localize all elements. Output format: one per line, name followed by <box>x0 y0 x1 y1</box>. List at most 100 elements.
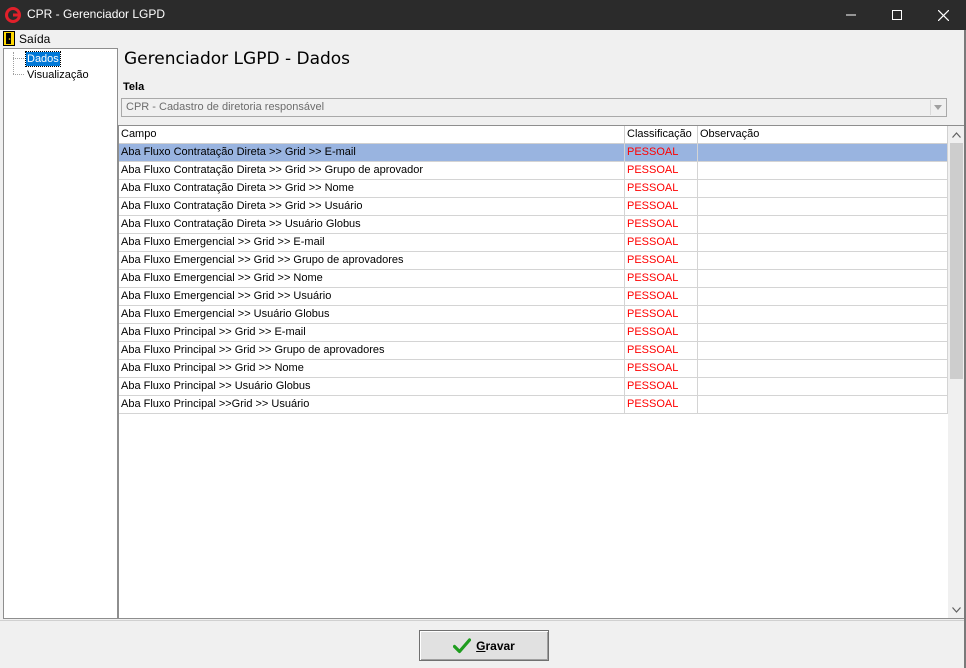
menu-exit-label: Saída <box>19 31 51 46</box>
cell-observacao[interactable] <box>698 162 948 179</box>
cell-observacao[interactable] <box>698 180 948 197</box>
cell-campo[interactable]: Aba Fluxo Principal >> Grid >> Nome <box>119 360 625 377</box>
save-label-rest: ravar <box>485 638 515 653</box>
cell-observacao[interactable] <box>698 360 948 377</box>
table-row[interactable]: Aba Fluxo Emergencial >> Grid >> E-mail P… <box>119 234 948 252</box>
tree-connector <box>13 52 14 74</box>
tela-dropdown-button[interactable] <box>930 100 945 115</box>
tree-item-visualizacao[interactable]: Visualização <box>26 68 90 82</box>
column-header-campo[interactable]: Campo <box>119 126 625 143</box>
cell-observacao[interactable] <box>698 270 948 287</box>
grid-vertical-scrollbar[interactable] <box>948 126 964 618</box>
cell-classificacao[interactable]: PESSOAL <box>625 342 698 359</box>
cell-classificacao[interactable]: PESSOAL <box>625 180 698 197</box>
tree-connector <box>13 74 24 75</box>
exit-door-icon <box>3 31 15 46</box>
table-row[interactable]: Aba Fluxo Principal >> Usuário Globus PES… <box>119 378 948 396</box>
column-header-classificacao[interactable]: Classificação <box>625 126 698 143</box>
cell-classificacao[interactable]: PESSOAL <box>625 198 698 215</box>
title-bar[interactable]: CPR - Gerenciador LGPD <box>0 0 966 30</box>
cell-classificacao[interactable]: PESSOAL <box>625 288 698 305</box>
tela-label: Tela <box>123 81 145 93</box>
table-row[interactable]: Aba Fluxo Contratação Direta >> Grid >> … <box>119 180 948 198</box>
maximize-button[interactable] <box>874 0 920 30</box>
table-row[interactable]: Aba Fluxo Emergencial >> Grid >> Nome PES… <box>119 270 948 288</box>
cell-campo[interactable]: Aba Fluxo Principal >>Grid >> Usuário <box>119 396 625 413</box>
tree-connector <box>13 58 24 59</box>
cell-classificacao[interactable]: PESSOAL <box>625 162 698 179</box>
cell-classificacao[interactable]: PESSOAL <box>625 360 698 377</box>
cell-campo[interactable]: Aba Fluxo Emergencial >> Grid >> E-mail <box>119 234 625 251</box>
close-icon <box>937 9 949 21</box>
cell-campo[interactable]: Aba Fluxo Contratação Direta >> Usuário … <box>119 216 625 233</box>
cell-classificacao[interactable]: PESSOAL <box>625 252 698 269</box>
scroll-down-button[interactable] <box>948 601 964 618</box>
cell-observacao[interactable] <box>698 216 948 233</box>
table-row[interactable]: Aba Fluxo Contratação Direta >> Grid >> … <box>119 198 948 216</box>
table-row[interactable]: Aba Fluxo Emergencial >> Grid >> Usuário… <box>119 288 948 306</box>
cell-observacao[interactable] <box>698 378 948 395</box>
checkmark-icon <box>453 637 472 653</box>
tela-select[interactable]: CPR - Cadastro de diretoria responsável <box>121 98 947 117</box>
grid-header: Campo Classificação Observação <box>119 126 948 144</box>
save-button-label: Gravar <box>476 639 515 653</box>
cell-campo[interactable]: Aba Fluxo Emergencial >> Grid >> Grupo d… <box>119 252 625 269</box>
window-title: CPR - Gerenciador LGPD <box>27 7 166 21</box>
chevron-up-icon <box>952 131 961 138</box>
chevron-down-icon <box>952 606 961 613</box>
table-row[interactable]: Aba Fluxo Principal >> Grid >> Grupo de … <box>119 342 948 360</box>
save-button[interactable]: Gravar <box>419 630 549 661</box>
cell-observacao[interactable] <box>698 306 948 323</box>
page-title: Gerenciador LGPD - Dados <box>124 49 351 69</box>
app-logo-icon <box>5 7 21 23</box>
chevron-down-icon <box>934 105 942 110</box>
cell-classificacao[interactable]: PESSOAL <box>625 396 698 413</box>
scroll-thumb[interactable] <box>950 143 963 379</box>
cell-classificacao[interactable]: PESSOAL <box>625 144 698 161</box>
cell-campo[interactable]: Aba Fluxo Contratação Direta >> Grid >> … <box>119 162 625 179</box>
table-row[interactable]: Aba Fluxo Contratação Direta >> Grid >> … <box>119 144 948 162</box>
cell-campo[interactable]: Aba Fluxo Emergencial >> Usuário Globus <box>119 306 625 323</box>
table-row[interactable]: Aba Fluxo Principal >>Grid >> Usuário PES… <box>119 396 948 414</box>
cell-observacao[interactable] <box>698 324 948 341</box>
table-row[interactable]: Aba Fluxo Principal >> Grid >> Nome PESSO… <box>119 360 948 378</box>
cell-observacao[interactable] <box>698 234 948 251</box>
table-row[interactable]: Aba Fluxo Emergencial >> Grid >> Grupo d… <box>119 252 948 270</box>
cell-campo[interactable]: Aba Fluxo Principal >> Grid >> Grupo de … <box>119 342 625 359</box>
fields-grid: Campo Classificação Observação Aba Fluxo… <box>118 125 965 619</box>
cell-campo[interactable]: Aba Fluxo Contratação Direta >> Grid >> … <box>119 180 625 197</box>
cell-campo[interactable]: Aba Fluxo Contratação Direta >> Grid >> … <box>119 198 625 215</box>
column-header-observacao[interactable]: Observação <box>698 126 948 143</box>
table-row[interactable]: Aba Fluxo Contratação Direta >> Usuário … <box>119 216 948 234</box>
cell-classificacao[interactable]: PESSOAL <box>625 378 698 395</box>
cell-observacao[interactable] <box>698 144 948 161</box>
cell-observacao[interactable] <box>698 288 948 305</box>
table-row[interactable]: Aba Fluxo Emergencial >> Usuário Globus P… <box>119 306 948 324</box>
minimize-icon <box>846 14 856 16</box>
tree-item-dados[interactable]: Dados <box>25 51 61 67</box>
menu-exit[interactable]: Saída <box>3 30 50 47</box>
cell-campo[interactable]: Aba Fluxo Principal >> Usuário Globus <box>119 378 625 395</box>
table-row[interactable]: Aba Fluxo Contratação Direta >> Grid >> … <box>119 162 948 180</box>
cell-classificacao[interactable]: PESSOAL <box>625 234 698 251</box>
cell-classificacao[interactable]: PESSOAL <box>625 216 698 233</box>
tela-select-value: CPR - Cadastro de diretoria responsável <box>126 101 325 113</box>
cell-campo[interactable]: Aba Fluxo Emergencial >> Grid >> Usuário <box>119 288 625 305</box>
maximize-icon <box>892 10 902 20</box>
navigation-tree: Dados Visualização <box>3 48 118 619</box>
minimize-button[interactable] <box>828 0 874 30</box>
cell-observacao[interactable] <box>698 252 948 269</box>
cell-campo[interactable]: Aba Fluxo Contratação Direta >> Grid >> … <box>119 144 625 161</box>
close-button[interactable] <box>920 0 966 30</box>
menu-bar: Saída <box>0 30 966 47</box>
cell-classificacao[interactable]: PESSOAL <box>625 270 698 287</box>
scroll-up-button[interactable] <box>948 126 964 143</box>
cell-observacao[interactable] <box>698 342 948 359</box>
cell-campo[interactable]: Aba Fluxo Emergencial >> Grid >> Nome <box>119 270 625 287</box>
cell-observacao[interactable] <box>698 198 948 215</box>
cell-classificacao[interactable]: PESSOAL <box>625 324 698 341</box>
cell-classificacao[interactable]: PESSOAL <box>625 306 698 323</box>
cell-campo[interactable]: Aba Fluxo Principal >> Grid >> E-mail <box>119 324 625 341</box>
cell-observacao[interactable] <box>698 396 948 413</box>
table-row[interactable]: Aba Fluxo Principal >> Grid >> E-mail PES… <box>119 324 948 342</box>
